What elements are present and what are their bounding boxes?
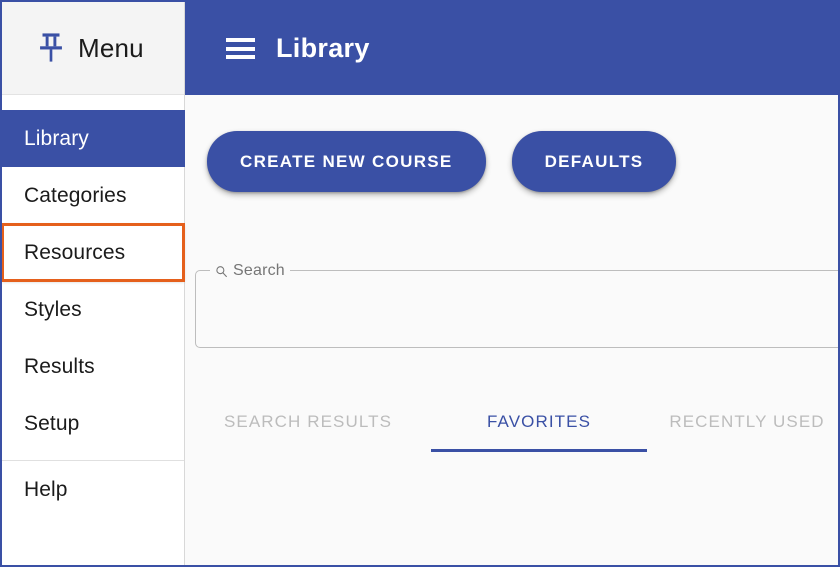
- hamburger-menu-icon[interactable]: [226, 38, 255, 59]
- search-input[interactable]: [210, 287, 838, 307]
- hamburger-bar: [226, 55, 255, 59]
- application-window: Menu Library Categories Resources Styles…: [0, 0, 840, 567]
- tab-active-indicator: [431, 449, 647, 452]
- search-label: Search: [233, 262, 285, 279]
- menu-header: Menu: [2, 2, 184, 95]
- sidebar-item-setup[interactable]: Setup: [2, 395, 184, 452]
- sidebar-item-label: Resources: [24, 240, 126, 264]
- search-label-notch: Search: [210, 262, 290, 280]
- app-bar: Library: [185, 2, 838, 95]
- create-new-course-button[interactable]: CREATE NEW COURSE: [207, 131, 486, 192]
- tab-bar: SEARCH RESULTS FAVORITES RECENTLY USED: [185, 400, 838, 452]
- main-content-area: Library CREATE NEW COURSE DEFAULTS Searc…: [185, 2, 838, 565]
- defaults-button[interactable]: DEFAULTS: [511, 131, 677, 192]
- tab-label: RECENTLY USED: [669, 412, 825, 431]
- sidebar-item-styles[interactable]: Styles: [2, 281, 184, 338]
- action-button-row: CREATE NEW COURSE DEFAULTS: [185, 95, 838, 192]
- sidebar-item-label: Library: [24, 126, 89, 150]
- pin-icon[interactable]: [36, 31, 66, 65]
- sidebar-item-categories[interactable]: Categories: [2, 167, 184, 224]
- sidebar-item-label: Help: [24, 477, 68, 501]
- sidebar-item-resources[interactable]: Resources: [2, 223, 185, 282]
- sidebar-item-label: Categories: [24, 183, 127, 207]
- tab-label: FAVORITES: [486, 412, 592, 431]
- search-field[interactable]: Search: [195, 262, 838, 348]
- search-icon: [216, 265, 227, 277]
- sidebar-item-label: Styles: [24, 297, 82, 321]
- page-title: Library: [276, 33, 370, 63]
- hamburger-bar: [226, 46, 255, 51]
- tab-label: SEARCH RESULTS: [223, 412, 393, 431]
- sidebar-item-list: Library Categories Resources Styles Resu…: [2, 95, 185, 518]
- sidebar-menu-panel: Menu Library Categories Resources Styles…: [2, 2, 185, 565]
- sidebar-item-library[interactable]: Library: [2, 110, 185, 167]
- tab-search-results[interactable]: SEARCH RESULTS: [185, 400, 431, 452]
- tab-favorites[interactable]: FAVORITES: [431, 400, 647, 452]
- sidebar-item-help[interactable]: Help: [2, 461, 184, 518]
- sidebar-item-label: Results: [24, 354, 95, 378]
- sidebar-item-results[interactable]: Results: [2, 338, 184, 395]
- tab-recently-used[interactable]: RECENTLY USED: [647, 400, 838, 452]
- hamburger-bar: [226, 38, 255, 42]
- sidebar-item-label: Setup: [24, 411, 80, 435]
- menu-title: Menu: [78, 32, 144, 63]
